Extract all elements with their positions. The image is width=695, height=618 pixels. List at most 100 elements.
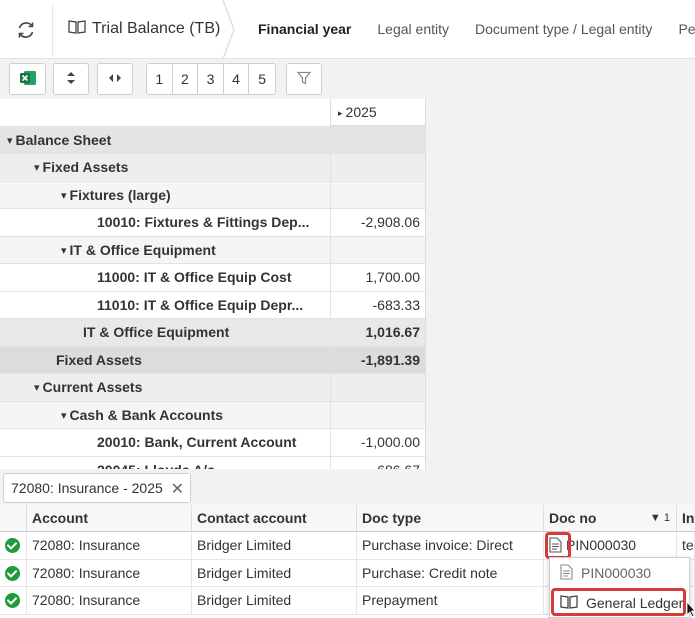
pivot-cell-value[interactable]: -1,000.00 xyxy=(330,429,425,456)
pivot-cell-value[interactable]: -683.33 xyxy=(330,291,425,319)
refresh-icon[interactable] xyxy=(14,18,38,42)
level-selector: 1 2 3 4 5 xyxy=(146,63,276,95)
collapse-icon[interactable]: ▾ xyxy=(7,135,13,147)
pivot-row[interactable]: ▾ Current Assets xyxy=(0,374,425,402)
filter-button[interactable] xyxy=(286,63,322,95)
tab-period[interactable]: Pe xyxy=(678,21,695,37)
pivot-grid: ▸ 2025 ▾ Balance Sheet ▾ Fixed Assets ▾ Fixtur… xyxy=(0,99,426,469)
book-icon xyxy=(68,19,86,38)
pivot-cell-value[interactable]: -1,891.39 xyxy=(330,346,425,374)
pivot-row-label: ▾ Fixed Assets xyxy=(34,159,129,175)
status xyxy=(0,587,27,614)
pivot-header-row: ▸ 2025 xyxy=(0,99,425,127)
header: Trial Balance (TB) Financial year Legal … xyxy=(0,0,695,59)
page-title-text: Trial Balance (TB) xyxy=(92,19,221,37)
pivot-empty-area xyxy=(426,99,695,469)
popup-item-document[interactable]: PIN000030 xyxy=(550,559,689,587)
pivot-row: Fixed Assets -1,891.39 xyxy=(0,346,425,374)
pivot-row-label: ▾ Fixtures (large) xyxy=(61,186,171,203)
pivot-row-label: 11010: IT & Office Equip Depr... xyxy=(97,296,304,313)
pivot-row: IT & Office Equipment 1,016.67 xyxy=(0,319,425,347)
pivot-row[interactable]: ▾ Balance Sheet xyxy=(0,126,425,154)
toolbar: 1 2 3 4 5 xyxy=(0,59,695,99)
pivot-row[interactable]: ▾ Cash & Bank Accounts xyxy=(0,401,425,429)
column-header-invoice[interactable]: Inv xyxy=(677,505,695,532)
filter-icon xyxy=(296,71,312,88)
level-button-3[interactable]: 3 xyxy=(198,64,224,94)
level-button-5[interactable]: 5 xyxy=(249,64,275,94)
doc-type-cell: Purchase invoice: Direct xyxy=(357,532,544,559)
account-cell: 72080: Insurance xyxy=(27,559,192,587)
doc-type-cell: Purchase: Credit note xyxy=(357,559,544,587)
status xyxy=(0,559,27,587)
pivot-row[interactable]: ▾ Fixtures (large) xyxy=(0,181,425,209)
pivot-cell-value xyxy=(330,154,425,181)
status xyxy=(0,532,27,559)
pivot-row-label: 20010: Bank, Current Account xyxy=(97,434,297,450)
pivot-cell-value xyxy=(330,236,425,264)
column-header-account[interactable]: Account xyxy=(27,505,192,532)
close-icon[interactable]: ✕ xyxy=(171,479,184,499)
filter-chip[interactable]: 72080: Insurance - 2025 ✕ xyxy=(3,473,191,503)
account-cell: 72080: Insurance xyxy=(27,587,192,614)
column-header-contact-account[interactable]: Contact account xyxy=(192,505,357,532)
collapse-icon[interactable]: ▾ xyxy=(61,410,67,422)
pivot-row-label: 10010: Fixtures & Fittings Dep... xyxy=(97,214,310,230)
collapse-icon[interactable]: ▾ xyxy=(34,162,40,174)
pivot-cell-value[interactable]: 1,016.67 xyxy=(330,319,425,346)
column-header-doc-type[interactable]: Doc type xyxy=(357,505,544,532)
pivot-cell-value xyxy=(330,181,425,209)
pivot-cell-value xyxy=(330,126,425,154)
sort-indicator: ▼ 1 xyxy=(649,512,670,524)
contact-cell: Bridger Limited xyxy=(192,587,357,614)
tab-document-type-legal-entity[interactable]: Document type / Legal entity xyxy=(475,21,652,37)
check-circle-icon xyxy=(5,593,20,608)
pivot-row[interactable]: ▾ IT & Office Equipment xyxy=(0,236,425,264)
pivot-cell-value[interactable]: 1,700.00 xyxy=(330,264,425,291)
page-title: Trial Balance (TB) xyxy=(68,19,220,38)
table-row[interactable]: 72080: Insurance Bridger Limited Purchase … xyxy=(0,532,695,560)
general-ledger-highlight xyxy=(551,588,686,616)
pivot-row-label: ▾ IT & Office Equipment xyxy=(61,241,216,258)
pivot-row: 11010: IT & Office Equip Depr... -683.33 xyxy=(0,291,425,319)
pivot-row-label: ▾ Balance Sheet xyxy=(7,131,112,148)
pivot-row-label: ▾ Current Assets xyxy=(34,379,143,395)
collapse-icon[interactable]: ▾ xyxy=(61,245,67,257)
pivot-cell-value xyxy=(330,401,425,429)
tab-legal-entity[interactable]: Legal entity xyxy=(377,21,449,37)
export-excel-button[interactable] xyxy=(9,63,46,95)
expand-collapse-rows-button[interactable] xyxy=(53,63,89,95)
expand-right-icon: ▸ xyxy=(338,108,343,118)
pivot-row-label: IT & Office Equipment xyxy=(83,324,230,340)
document-icon xyxy=(560,563,573,583)
collapse-icon[interactable]: ▾ xyxy=(34,382,40,394)
level-button-2[interactable]: 2 xyxy=(173,64,199,94)
pivot-row-label: 20045: Lloyds A/c xyxy=(97,457,215,470)
arrows-horizontal-icon xyxy=(107,71,123,87)
pivot-row: 11000: IT & Office Equip Cost 1,700.00 xyxy=(0,264,425,292)
sort-vertical-icon xyxy=(65,70,77,89)
expand-collapse-columns-button[interactable] xyxy=(97,63,133,95)
tab-financial-year[interactable]: Financial year xyxy=(258,21,351,37)
contact-cell: Bridger Limited xyxy=(192,559,357,587)
header-divider xyxy=(52,4,53,56)
pivot-cell-value xyxy=(330,374,425,401)
collapse-icon[interactable]: ▾ xyxy=(61,190,67,202)
doc-icon-highlight xyxy=(545,532,571,559)
column-header-status xyxy=(0,505,27,532)
pivot-row: 10010: Fixtures & Fittings Dep... -2,908.… xyxy=(0,209,425,237)
account-cell: 72080: Insurance xyxy=(27,532,192,559)
check-circle-icon xyxy=(5,565,20,581)
pivot-column-header[interactable]: ▸ 2025 xyxy=(330,99,425,126)
pivot-row: 20010: Bank, Current Account -1,000.00 xyxy=(0,429,425,457)
pivot-cell-value[interactable]: -686.67 xyxy=(330,456,425,469)
level-button-1[interactable]: 1 xyxy=(147,64,173,94)
breadcrumb-chevron-icon xyxy=(222,0,235,59)
invoice-cell: tes xyxy=(677,532,695,559)
column-header-doc-no[interactable]: Doc no ▼ 1 xyxy=(544,505,677,532)
pivot-row[interactable]: ▾ Fixed Assets xyxy=(0,154,425,182)
contact-cell: Bridger Limited xyxy=(192,532,357,559)
pivot-cell-value[interactable]: -2,908.06 xyxy=(330,209,425,236)
mouse-cursor-icon xyxy=(686,601,695,618)
level-button-4[interactable]: 4 xyxy=(224,64,250,94)
